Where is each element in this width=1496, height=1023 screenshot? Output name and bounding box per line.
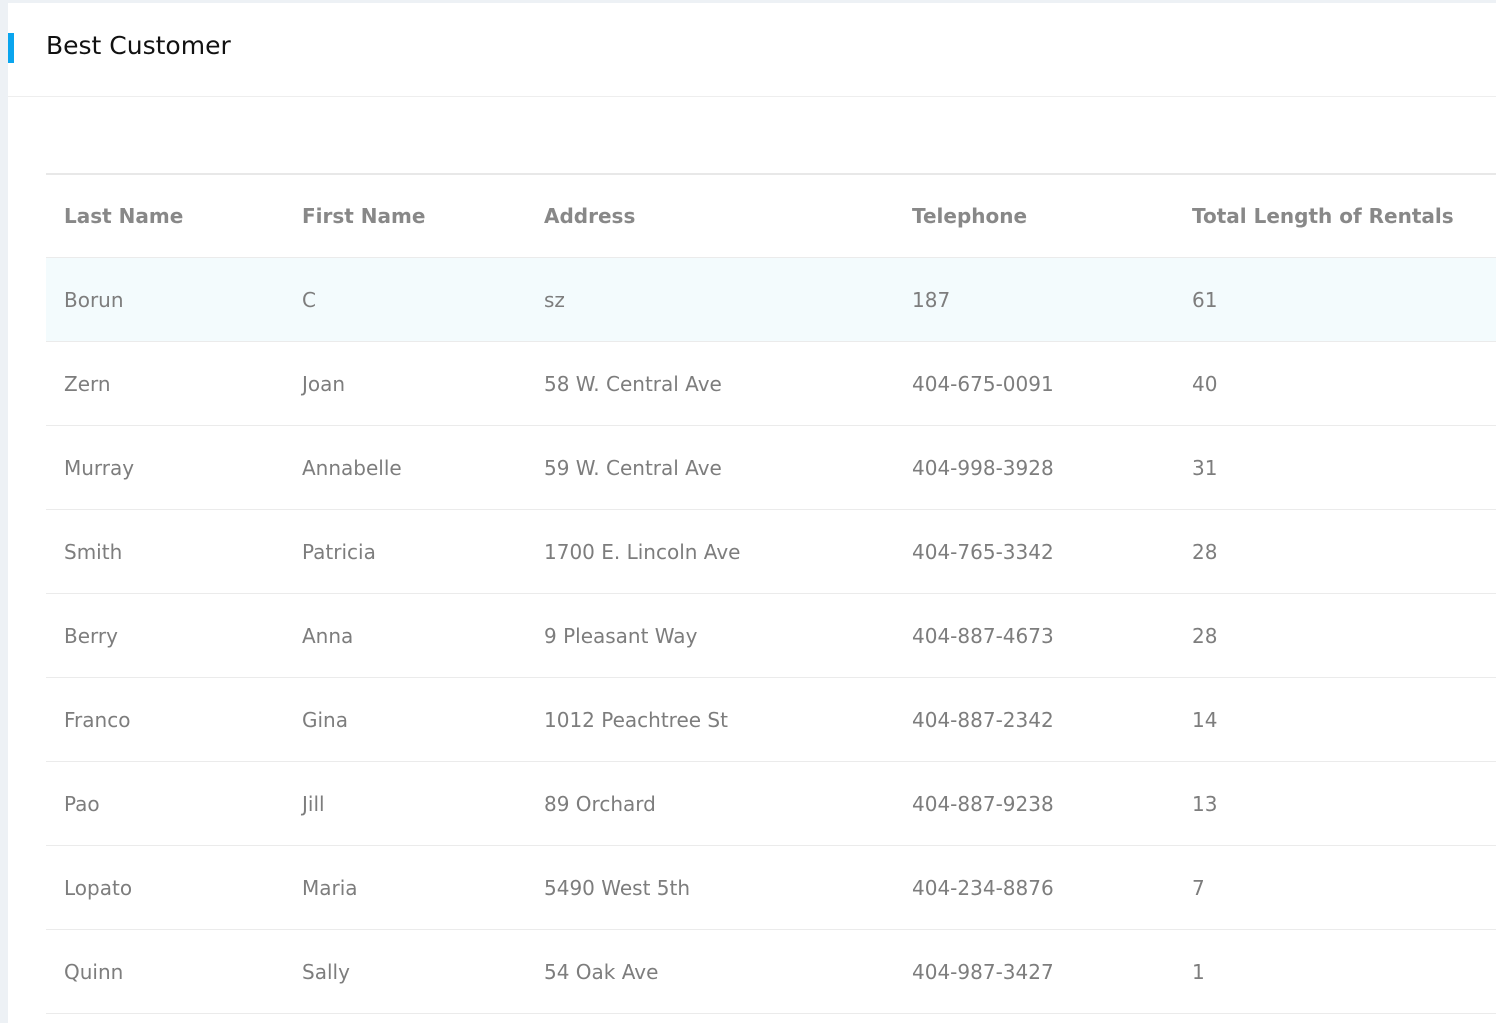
cell-address: 58 W. Central Ave <box>526 341 894 426</box>
cell-total-rentals: 40 <box>1174 341 1496 426</box>
cell-total-rentals: 7 <box>1174 845 1496 930</box>
cell-address: 9 Pleasant Way <box>526 593 894 678</box>
cell-total-rentals: 61 <box>1174 257 1496 342</box>
cell-telephone: 404-234-8876 <box>894 845 1174 930</box>
cell-first-name: Sally <box>284 929 526 1014</box>
cell-first-name: Gina <box>284 677 526 762</box>
cell-telephone: 404-675-0091 <box>894 341 1174 426</box>
cell-last-name: Franco <box>46 677 284 762</box>
cell-address: 5490 West 5th <box>526 845 894 930</box>
card-header: Best Customer <box>8 3 1496 97</box>
table-row[interactable]: Quinn Sally 54 Oak Ave 404-987-3427 1 <box>46 929 1496 1014</box>
cell-address: sz <box>526 257 894 342</box>
column-header-first-name[interactable]: First Name <box>284 174 526 258</box>
table-row[interactable]: Borun Csz 187 61 <box>46 257 1496 342</box>
cell-last-name: Borun <box>46 257 284 342</box>
table-row[interactable]: Smith Patricia 1700 E. Lincoln Ave 404-765-… <box>46 509 1496 594</box>
cell-telephone: 404-887-2342 <box>894 677 1174 762</box>
cell-telephone: 404-887-4673 <box>894 593 1174 678</box>
cell-total-rentals: 28 <box>1174 593 1496 678</box>
cell-address: 1012 Peachtree St <box>526 677 894 762</box>
title-accent-bar <box>8 33 14 63</box>
cell-last-name: Murray <box>46 425 284 510</box>
cell-last-name: Zern <box>46 341 284 426</box>
table-row[interactable]: Zern Joan 58 W. Central Ave 404-675-0091 40 <box>46 341 1496 426</box>
cell-last-name: Lopato <box>46 845 284 930</box>
cell-last-name: Smith <box>46 509 284 594</box>
cell-total-rentals: 13 <box>1174 761 1496 846</box>
cell-first-name: Patricia <box>284 509 526 594</box>
cell-first-name: Maria <box>284 845 526 930</box>
best-customer-card: Best Customer Last Name First Name Addre… <box>8 3 1496 1023</box>
cell-first-name: Joan <box>284 341 526 426</box>
table-row[interactable]: Franco Gina 1012 Peachtree St 404-887-2342 1… <box>46 677 1496 762</box>
cell-address: 54 Oak Ave <box>526 929 894 1014</box>
table-row[interactable]: Berry Anna 9 Pleasant Way 404-887-4673 28 <box>46 593 1496 678</box>
cell-total-rentals: 14 <box>1174 677 1496 762</box>
cell-first-name: C <box>284 257 526 342</box>
customer-table: Last Name First Name Address Telephone T… <box>46 173 1496 1014</box>
table-header-row: Last Name First Name Address Telephone T… <box>46 174 1496 258</box>
table-row[interactable]: Pao Jill 89 Orchard 404-887-9238 13 <box>46 761 1496 846</box>
cell-total-rentals: 1 <box>1174 929 1496 1014</box>
cell-last-name: Berry <box>46 593 284 678</box>
cell-first-name: Anna <box>284 593 526 678</box>
column-header-total-rentals[interactable]: Total Length of Rentals <box>1174 174 1496 258</box>
table-row[interactable]: Lopato Maria 5490 West 5th 404-234-8876 7 <box>46 845 1496 930</box>
cell-total-rentals: 31 <box>1174 425 1496 510</box>
cell-last-name: Quinn <box>46 929 284 1014</box>
cell-last-name: Pao <box>46 761 284 846</box>
column-header-telephone[interactable]: Telephone <box>894 174 1174 258</box>
cell-address: 89 Orchard <box>526 761 894 846</box>
cell-address: 59 W. Central Ave <box>526 425 894 510</box>
page-title: Best Customer <box>46 31 231 60</box>
cell-first-name: Jill <box>284 761 526 846</box>
table-row[interactable]: Murray Annabelle 59 W. Central Ave 404-998-… <box>46 425 1496 510</box>
cell-first-name: Annabelle <box>284 425 526 510</box>
cell-telephone: 404-987-3427 <box>894 929 1174 1014</box>
cell-telephone: 404-998-3928 <box>894 425 1174 510</box>
cell-total-rentals: 28 <box>1174 509 1496 594</box>
column-header-last-name[interactable]: Last Name <box>46 174 284 258</box>
cell-telephone: 404-887-9238 <box>894 761 1174 846</box>
cell-telephone: 404-765-3342 <box>894 509 1174 594</box>
cell-address: 1700 E. Lincoln Ave <box>526 509 894 594</box>
column-header-address[interactable]: Address <box>526 174 894 258</box>
cell-telephone: 187 <box>894 257 1174 342</box>
